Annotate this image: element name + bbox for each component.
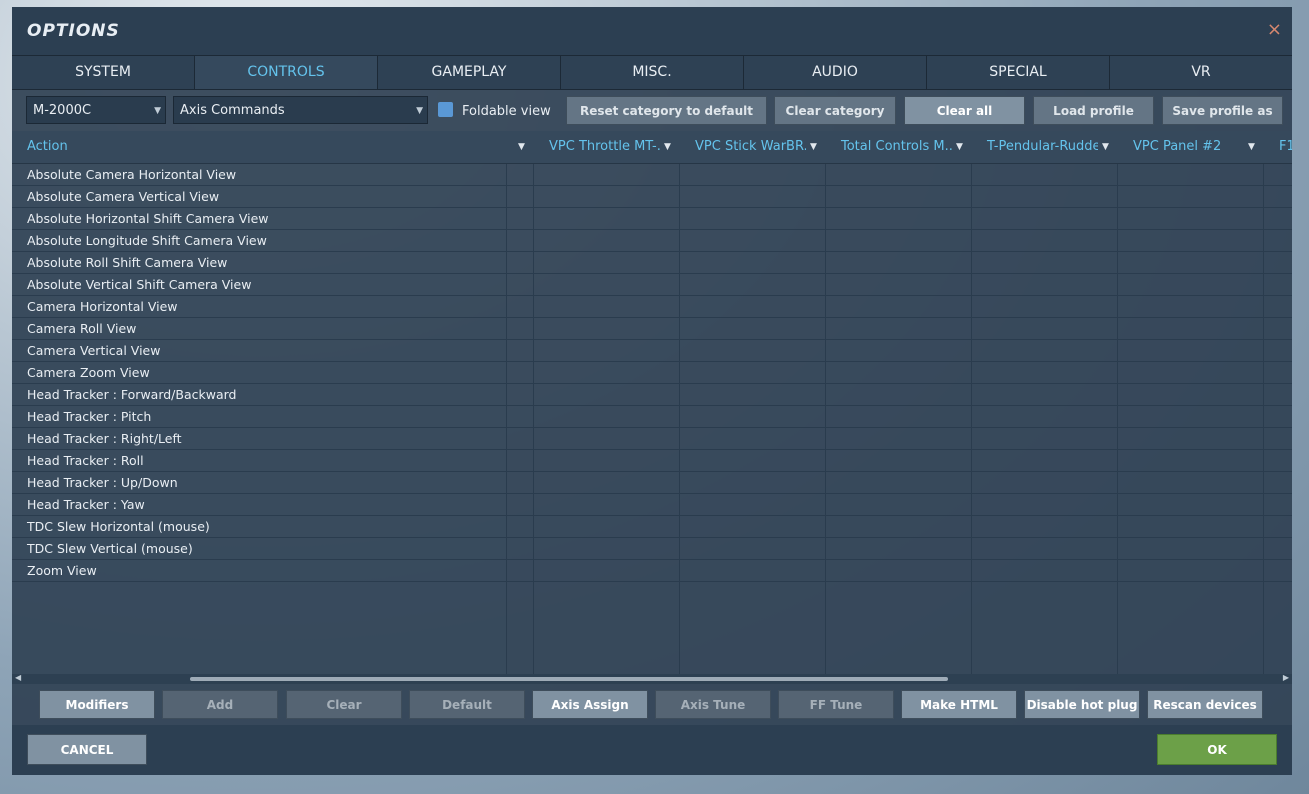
axis-tune-button[interactable]: Axis Tune [655, 690, 771, 719]
clear-category-button[interactable]: Clear category [774, 96, 896, 125]
device-header-f1[interactable]: F1 [1264, 131, 1292, 163]
controls-toolbar: M-2000C ▼ Axis Commands ▼ Foldable view … [12, 89, 1292, 131]
horizontal-scrollbar[interactable]: ◀ ▶ [12, 673, 1292, 684]
action-label: Camera Zoom View [27, 365, 150, 380]
action-label: TDC Slew Vertical (mouse) [27, 541, 193, 556]
table-row[interactable]: Absolute Longitude Shift Camera View [12, 230, 1292, 252]
action-label: TDC Slew Horizontal (mouse) [27, 519, 210, 534]
action-label: Head Tracker : Yaw [27, 497, 145, 512]
action-label: Camera Roll View [27, 321, 137, 336]
table-row[interactable]: Absolute Camera Vertical View [12, 186, 1292, 208]
tab-controls[interactable]: CONTROLS [195, 56, 378, 89]
action-label: Zoom View [27, 563, 97, 578]
table-row[interactable]: Head Tracker : Yaw [12, 494, 1292, 516]
tab-gameplay[interactable]: GAMEPLAY [378, 56, 561, 89]
add-button[interactable]: Add [162, 690, 278, 719]
action-label: Absolute Camera Vertical View [27, 189, 220, 204]
action-header[interactable]: Action [12, 131, 506, 163]
load-profile-button[interactable]: Load profile [1033, 96, 1154, 125]
table-row[interactable]: Head Tracker : Up/Down [12, 472, 1292, 494]
action-label: Head Tracker : Roll [27, 453, 144, 468]
chevron-down-icon[interactable]: ▼ [664, 131, 671, 163]
save-profile-as-button[interactable]: Save profile as [1162, 96, 1283, 125]
table-row[interactable]: Head Tracker : Pitch [12, 406, 1292, 428]
table-row[interactable]: Camera Roll View [12, 318, 1292, 340]
action-label: Absolute Camera Horizontal View [27, 167, 237, 182]
table-row[interactable]: Head Tracker : Right/Left [12, 428, 1292, 450]
title-bar: OPTIONS × [12, 7, 1292, 55]
scroll-left-icon[interactable]: ◀ [15, 673, 21, 682]
table-row[interactable]: Absolute Vertical Shift Camera View [12, 274, 1292, 296]
table-row[interactable]: Zoom View [12, 560, 1292, 582]
device-header-vpc-throttle[interactable]: VPC Throttle MT-... [534, 131, 660, 163]
action-label: Head Tracker : Pitch [27, 409, 152, 424]
action-label: Absolute Vertical Shift Camera View [27, 277, 252, 292]
tab-special[interactable]: SPECIAL [927, 56, 1110, 89]
reset-category-button[interactable]: Reset category to default [566, 96, 767, 125]
bindings-grid: Action ▼ VPC Throttle MT-... ▼ VPC Stick… [12, 131, 1292, 674]
aircraft-select-value: M-2000C [33, 103, 92, 118]
table-row[interactable]: Camera Vertical View [12, 340, 1292, 362]
chevron-down-icon[interactable]: ▼ [518, 131, 525, 163]
chevron-down-icon[interactable]: ▼ [956, 131, 963, 163]
tab-audio[interactable]: AUDIO [744, 56, 927, 89]
table-row[interactable]: Absolute Roll Shift Camera View [12, 252, 1292, 274]
device-header-vpc-panel-2[interactable]: VPC Panel #2 [1118, 131, 1244, 163]
cancel-button[interactable]: CANCEL [27, 734, 147, 765]
rescan-devices-button[interactable]: Rescan devices [1147, 690, 1263, 719]
clear-button[interactable]: Clear [286, 690, 402, 719]
chevron-down-icon: ▼ [416, 106, 423, 116]
tab-vr[interactable]: VR [1110, 56, 1292, 89]
table-row[interactable]: TDC Slew Horizontal (mouse) [12, 516, 1292, 538]
tab-misc[interactable]: MISC. [561, 56, 744, 89]
scroll-right-icon[interactable]: ▶ [1283, 673, 1289, 682]
grid-header: Action ▼ VPC Throttle MT-... ▼ VPC Stick… [12, 131, 1292, 164]
dialog-footer: CANCEL OK [12, 725, 1292, 775]
table-row[interactable]: TDC Slew Vertical (mouse) [12, 538, 1292, 560]
action-label: Head Tracker : Up/Down [27, 475, 178, 490]
clear-all-button[interactable]: Clear all [904, 96, 1025, 125]
tab-system[interactable]: SYSTEM [12, 56, 195, 89]
ok-button[interactable]: OK [1157, 734, 1277, 765]
scrollbar-thumb[interactable] [190, 677, 948, 681]
chevron-down-icon[interactable]: ▼ [1102, 131, 1109, 163]
make-html-button[interactable]: Make HTML [901, 690, 1017, 719]
action-label: Camera Vertical View [27, 343, 161, 358]
options-window: OPTIONS × SYSTEM CONTROLS GAMEPLAY MISC.… [12, 7, 1292, 775]
aircraft-select[interactable]: M-2000C ▼ [26, 96, 166, 124]
action-label: Head Tracker : Forward/Backward [27, 387, 237, 402]
table-row[interactable]: Head Tracker : Forward/Backward [12, 384, 1292, 406]
table-row[interactable]: Head Tracker : Roll [12, 450, 1292, 472]
table-row[interactable]: Camera Horizontal View [12, 296, 1292, 318]
tab-bar: SYSTEM CONTROLS GAMEPLAY MISC. AUDIO SPE… [12, 55, 1292, 90]
category-select-value: Axis Commands [180, 103, 285, 118]
bottom-button-bar: Modifiers Add Clear Default Axis Assign … [12, 684, 1292, 724]
axis-assign-button[interactable]: Axis Assign [532, 690, 648, 719]
default-button[interactable]: Default [409, 690, 525, 719]
ff-tune-button[interactable]: FF Tune [778, 690, 894, 719]
chevron-down-icon: ▼ [154, 106, 161, 116]
device-header-vpc-stick[interactable]: VPC Stick WarBR... [680, 131, 806, 163]
foldable-view-label: Foldable view [462, 104, 551, 119]
chevron-down-icon[interactable]: ▼ [810, 131, 817, 163]
close-icon[interactable]: × [1267, 21, 1282, 39]
device-header-t-pendular-rudder[interactable]: T-Pendular-Rudder [972, 131, 1098, 163]
modifiers-button[interactable]: Modifiers [39, 690, 155, 719]
device-header-total-controls[interactable]: Total Controls M... [826, 131, 952, 163]
disable-hot-plug-button[interactable]: Disable hot plug [1024, 690, 1140, 719]
action-rows: Absolute Camera Horizontal View Absolute… [12, 164, 1292, 582]
action-label: Head Tracker : Right/Left [27, 431, 182, 446]
action-label: Camera Horizontal View [27, 299, 178, 314]
table-row[interactable]: Camera Zoom View [12, 362, 1292, 384]
action-label: Absolute Roll Shift Camera View [27, 255, 228, 270]
window-title: OPTIONS [27, 21, 120, 41]
chevron-down-icon[interactable]: ▼ [1248, 131, 1255, 163]
action-label: Absolute Horizontal Shift Camera View [27, 211, 269, 226]
action-label: Absolute Longitude Shift Camera View [27, 233, 267, 248]
category-select[interactable]: Axis Commands ▼ [173, 96, 428, 124]
table-row[interactable]: Absolute Horizontal Shift Camera View [12, 208, 1292, 230]
table-row[interactable]: Absolute Camera Horizontal View [12, 164, 1292, 186]
foldable-view-checkbox[interactable] [438, 102, 453, 117]
